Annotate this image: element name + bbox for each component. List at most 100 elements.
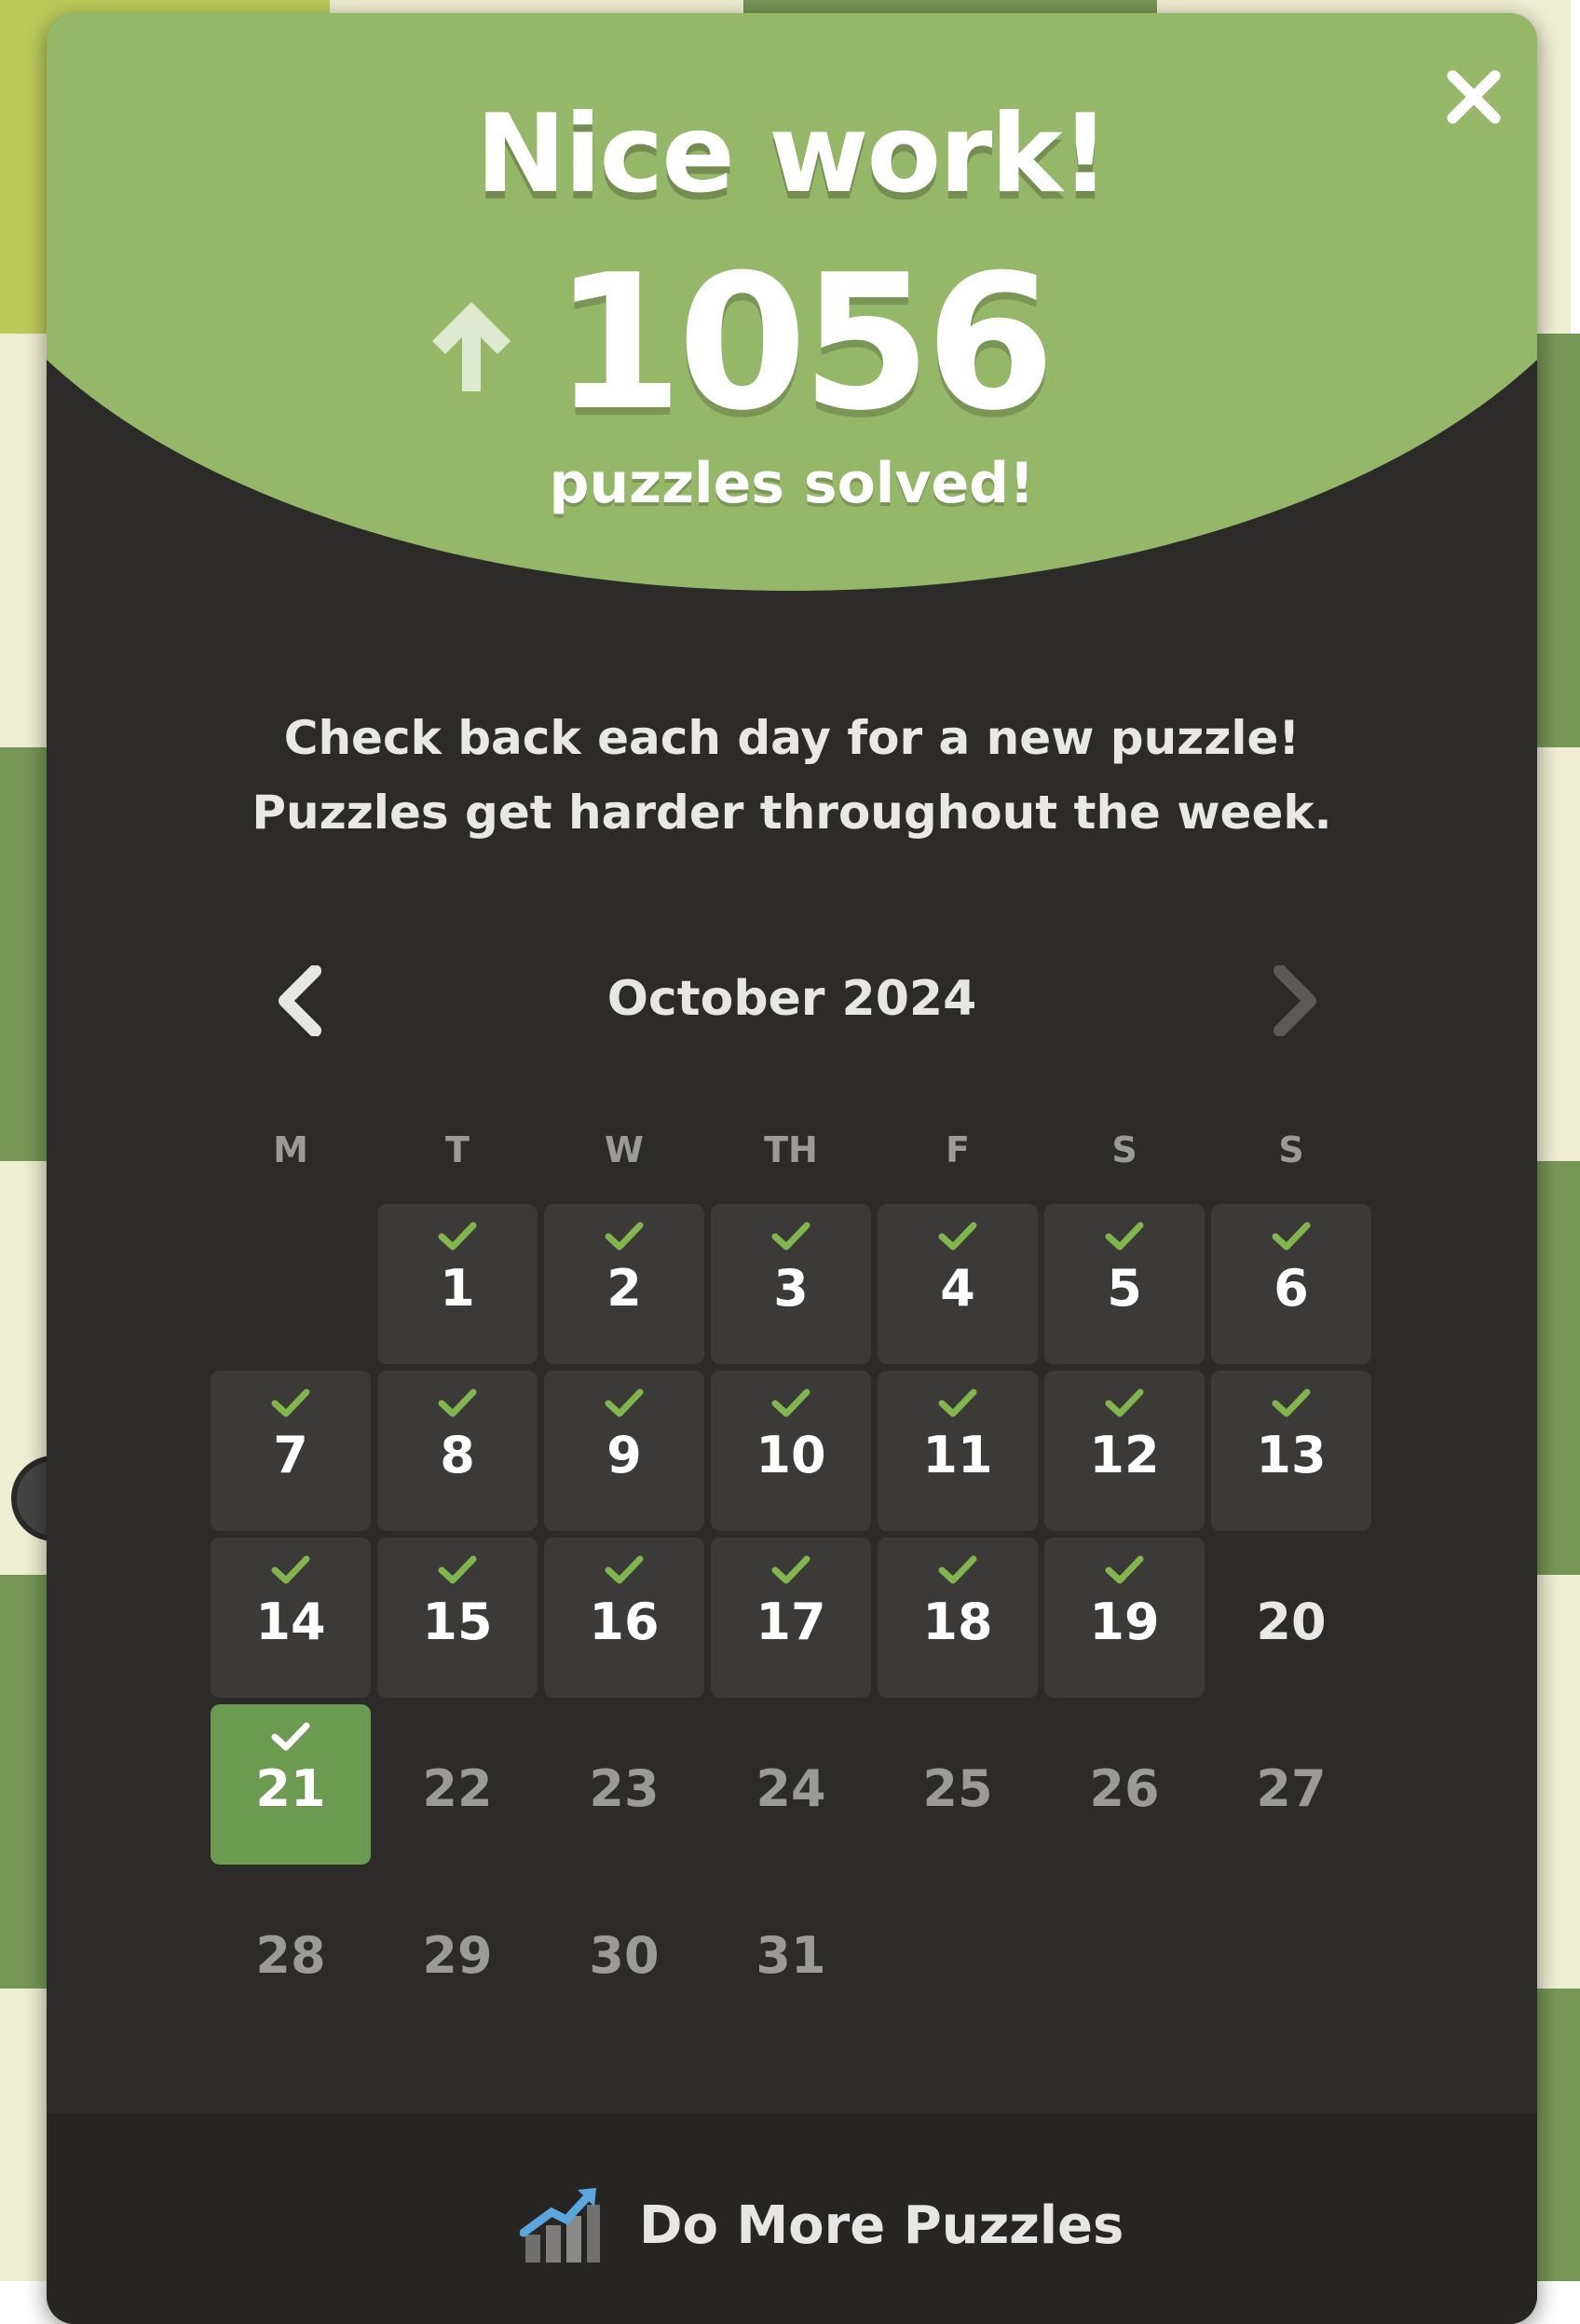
weekday-label: W (605, 1129, 644, 1170)
calendar-day: 30 (544, 1871, 704, 2031)
calendar-day[interactable]: 10 (711, 1371, 871, 1531)
do-more-puzzles-label: Do More Puzzles (639, 2195, 1124, 2256)
weekday-label: M (273, 1129, 308, 1170)
calendar-day-number: 26 (1089, 1759, 1160, 1818)
calendar-day-number: 9 (606, 1426, 642, 1484)
calendar-day: 22 (377, 1704, 538, 1865)
calendar-day-number: 4 (940, 1259, 975, 1318)
calendar-day[interactable]: 21 (211, 1704, 371, 1865)
calendar-day-number: 25 (922, 1759, 993, 1818)
calendar-day-number: 10 (756, 1426, 826, 1484)
modal-title: Nice work! (475, 91, 1110, 217)
calendar-day-number: 19 (1089, 1593, 1160, 1651)
weekday-label: F (946, 1129, 970, 1170)
solved-subtitle: puzzles solved! (549, 451, 1035, 516)
calendar-day[interactable]: 5 (1044, 1204, 1205, 1364)
calendar-day[interactable]: 2 (544, 1204, 704, 1364)
calendar-day: 27 (1211, 1704, 1371, 1865)
calendar-day[interactable]: 15 (377, 1538, 538, 1698)
checkmark-icon (438, 1388, 477, 1417)
calendar-day-number: 23 (589, 1759, 660, 1818)
checkmark-icon (271, 1722, 310, 1751)
month-navigation: October 2024 (47, 954, 1537, 1047)
calendar-day: 26 (1044, 1704, 1205, 1865)
calendar-day[interactable]: 1 (377, 1204, 538, 1364)
calendar-day: 25 (878, 1704, 1038, 1865)
calendar-day[interactable]: 17 (711, 1538, 871, 1698)
calendar-day-number: 17 (756, 1593, 826, 1651)
calendar-day[interactable]: 3 (711, 1204, 871, 1364)
checkmark-icon (938, 1388, 977, 1417)
calendar-day[interactable]: 4 (878, 1204, 1038, 1364)
weekday-label: T (445, 1129, 470, 1170)
checkmark-icon (1272, 1222, 1311, 1251)
calendar-day-number: 27 (1256, 1759, 1327, 1818)
checkmark-icon (938, 1555, 977, 1584)
weekday-label: S (1278, 1129, 1304, 1170)
calendar-day-number: 28 (255, 1926, 326, 1985)
calendar-day[interactable]: 7 (211, 1371, 371, 1531)
info-message-line: Puzzles get harder throughout the week. (252, 786, 1332, 840)
calendar-day-number: 2 (606, 1259, 642, 1318)
chart-up-icon (520, 2188, 600, 2262)
calendar-day-number: 3 (773, 1259, 809, 1318)
checkmark-icon (605, 1222, 644, 1251)
calendar-day-number: 24 (756, 1759, 826, 1818)
checkmark-icon (605, 1555, 644, 1584)
checkmark-icon (771, 1555, 810, 1584)
calendar-grid: 1 2 3 4 5 6 7 8 9 10 11 12 13 14 15 16 17 18 19 20 21 22 23 24 2… (211, 1204, 1422, 2043)
calendar-day-number: 12 (1089, 1426, 1160, 1484)
calendar-day[interactable]: 8 (377, 1371, 538, 1531)
checkmark-icon (271, 1555, 310, 1584)
calendar-day-number: 15 (422, 1593, 493, 1651)
calendar-day[interactable]: 9 (544, 1371, 704, 1531)
checkmark-icon (1105, 1555, 1144, 1584)
checkmark-icon (771, 1222, 810, 1251)
calendar-day-number: 18 (922, 1593, 993, 1651)
chevron-right-icon (1274, 964, 1316, 1037)
calendar-day[interactable]: 16 (544, 1538, 704, 1698)
weekday-label: S (1111, 1129, 1137, 1170)
arrow-up-icon (432, 302, 511, 391)
calendar-day[interactable]: 20 (1211, 1538, 1371, 1698)
calendar-day-number: 30 (589, 1926, 660, 1985)
checkmark-icon (438, 1555, 477, 1584)
calendar-day-number: 11 (922, 1426, 993, 1484)
modal-footer: Do More Puzzles (47, 2113, 1537, 2324)
calendar-day-number: 8 (440, 1426, 475, 1484)
puzzle-complete-modal: Nice work! 1056 puzzles solved! Check ba… (47, 13, 1537, 2324)
calendar-day-number: 22 (422, 1759, 493, 1818)
calendar-day[interactable]: 11 (878, 1371, 1038, 1531)
calendar-day-number: 29 (422, 1926, 493, 1985)
solved-count-row: 1056 (47, 237, 1537, 451)
calendar-day: 28 (211, 1871, 371, 2031)
calendar-day[interactable]: 18 (878, 1538, 1038, 1698)
calendar-day[interactable]: 12 (1044, 1371, 1205, 1531)
calendar-day[interactable]: 13 (1211, 1371, 1371, 1531)
calendar-day[interactable]: 14 (211, 1538, 371, 1698)
weekday-header: M T W TH F S S (211, 1129, 1422, 1185)
calendar-day: 29 (377, 1871, 538, 2031)
next-month-button[interactable] (1258, 964, 1328, 1037)
checkmark-icon (1272, 1388, 1311, 1417)
calendar-day: 31 (711, 1871, 871, 2031)
calendar-day-number: 16 (589, 1593, 660, 1651)
solved-count: 1056 (553, 235, 1056, 452)
checkmark-icon (605, 1388, 644, 1417)
calendar-day[interactable]: 6 (1211, 1204, 1371, 1364)
calendar-day-number: 14 (255, 1593, 326, 1651)
checkmark-icon (438, 1222, 477, 1251)
do-more-puzzles-button[interactable]: Do More Puzzles (520, 2179, 1124, 2290)
calendar-day-number: 5 (1107, 1259, 1142, 1318)
checkmark-icon (771, 1388, 810, 1417)
calendar-day-number: 6 (1274, 1259, 1309, 1318)
info-message: Check back each day for a new puzzle! Pu… (47, 701, 1537, 850)
calendar-day[interactable]: 19 (1044, 1538, 1205, 1698)
calendar-day-number: 21 (255, 1759, 326, 1818)
checkmark-icon (271, 1388, 310, 1417)
calendar-day: 23 (544, 1704, 704, 1865)
weekday-label: TH (764, 1129, 818, 1170)
calendar-day-number: 7 (273, 1426, 308, 1484)
calendar-day-number: 13 (1256, 1426, 1327, 1484)
calendar-day-number: 1 (440, 1259, 475, 1318)
